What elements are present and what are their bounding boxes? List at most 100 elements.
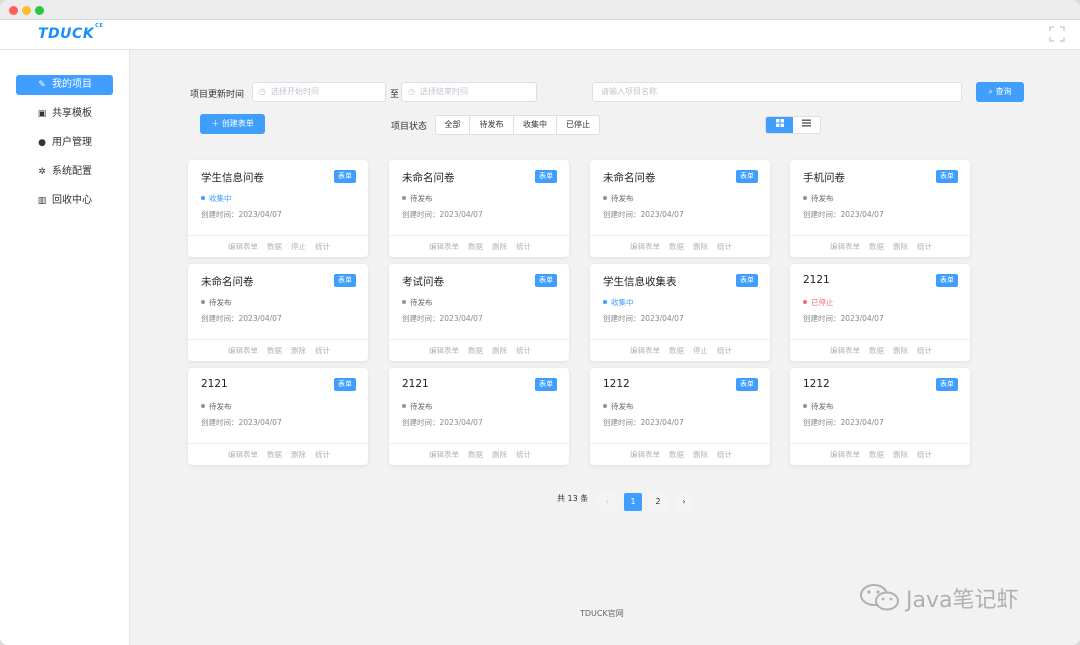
project-card[interactable]: 1212 表单 待发布 创建时间：2023/04/07 编辑表单 数据 删除 统计	[590, 368, 770, 465]
stop-link[interactable]: 停止	[693, 345, 708, 356]
card-title[interactable]: 2121	[201, 378, 228, 390]
create-form-button[interactable]: ＋ 创建表单	[200, 114, 265, 134]
project-card[interactable]: 2121 表单 待发布 创建时间：2023/04/07 编辑表单 数据 删除 统计	[389, 368, 569, 465]
statistics-link[interactable]: 统计	[917, 449, 932, 460]
sidebar-item-shared-templates[interactable]: ▣ 共享模板	[16, 104, 113, 124]
sidebar-item-user-management[interactable]: ● 用户管理	[16, 133, 113, 153]
project-card[interactable]: 手机问卷 表单 待发布 创建时间：2023/04/07 编辑表单 数据 删除 统计	[790, 160, 970, 257]
next-page-button[interactable]: ›	[675, 493, 693, 511]
statistics-link[interactable]: 统计	[717, 241, 732, 252]
edit-form-link[interactable]: 编辑表单	[830, 345, 860, 356]
edit-form-link[interactable]: 编辑表单	[830, 241, 860, 252]
status-filter-collecting[interactable]: 收集中	[514, 116, 557, 134]
edit-form-link[interactable]: 编辑表单	[630, 241, 660, 252]
edit-form-link[interactable]: 编辑表单	[830, 449, 860, 460]
statistics-link[interactable]: 统计	[516, 241, 531, 252]
statistics-link[interactable]: 统计	[516, 345, 531, 356]
delete-link[interactable]: 删除	[693, 449, 708, 460]
page-1-button[interactable]: 1	[624, 493, 642, 511]
sidebar-item-my-projects[interactable]: ✎ 我的项目	[16, 75, 113, 95]
project-card[interactable]: 1212 表单 待发布 创建时间：2023/04/07 编辑表单 数据 删除 统计	[790, 368, 970, 465]
delete-link[interactable]: 删除	[291, 345, 306, 356]
delete-link[interactable]: 删除	[291, 449, 306, 460]
end-time-input[interactable]: ◷ 选择结束时间	[401, 82, 537, 102]
card-title[interactable]: 考试问卷	[402, 274, 444, 289]
delete-link[interactable]: 删除	[893, 449, 908, 460]
data-link[interactable]: 数据	[267, 345, 282, 356]
edit-form-link[interactable]: 编辑表单	[429, 345, 459, 356]
edit-form-link[interactable]: 编辑表单	[228, 241, 258, 252]
statistics-link[interactable]: 统计	[516, 449, 531, 460]
tduck-website-link[interactable]: TDUCK官网	[580, 608, 624, 619]
data-link[interactable]: 数据	[869, 345, 884, 356]
data-link[interactable]: 数据	[468, 449, 483, 460]
edit-form-link[interactable]: 编辑表单	[429, 241, 459, 252]
status-filter-pending[interactable]: 待发布	[470, 116, 514, 134]
project-card[interactable]: 考试问卷 表单 待发布 创建时间：2023/04/07 编辑表单 数据 删除 统计	[389, 264, 569, 361]
page-2-button[interactable]: 2	[649, 493, 667, 511]
project-card[interactable]: 学生信息问卷 表单 收集中 创建时间：2023/04/07 编辑表单 数据 停止 统计	[188, 160, 368, 257]
project-card[interactable]: 2121 表单 待发布 创建时间：2023/04/07 编辑表单 数据 删除 统计	[188, 368, 368, 465]
data-link[interactable]: 数据	[267, 241, 282, 252]
data-link[interactable]: 数据	[869, 449, 884, 460]
edit-form-link[interactable]: 编辑表单	[228, 449, 258, 460]
sidebar-item-system-config[interactable]: ✲ 系统配置	[16, 162, 113, 182]
status-filter-stopped[interactable]: 已停止	[557, 116, 599, 134]
card-title[interactable]: 未命名问卷	[201, 274, 254, 289]
statistics-link[interactable]: 统计	[315, 241, 330, 252]
card-title[interactable]: 1212	[803, 378, 830, 390]
project-card[interactable]: 学生信息收集表 表单 收集中 创建时间：2023/04/07 编辑表单 数据 停止 统计	[590, 264, 770, 361]
card-title[interactable]: 未命名问卷	[402, 170, 455, 185]
grid-view-icon[interactable]	[766, 117, 793, 133]
statistics-link[interactable]: 统计	[315, 345, 330, 356]
data-link[interactable]: 数据	[468, 241, 483, 252]
statistics-link[interactable]: 统计	[315, 449, 330, 460]
maximize-window-button[interactable]	[35, 6, 44, 15]
stop-link[interactable]: 停止	[291, 241, 306, 252]
project-name-search-input[interactable]: 请输入项目名称	[592, 82, 962, 102]
start-time-input[interactable]: ◷ 选择开始时间	[252, 82, 386, 102]
tduck-logo[interactable]: TDUCKCE	[38, 23, 103, 42]
project-card[interactable]: 未命名问卷 表单 待发布 创建时间：2023/04/07 编辑表单 数据 删除 统计	[188, 264, 368, 361]
card-title[interactable]: 手机问卷	[803, 170, 845, 185]
minimize-window-button[interactable]	[22, 6, 31, 15]
statistics-link[interactable]: 统计	[717, 345, 732, 356]
edit-form-link[interactable]: 编辑表单	[630, 345, 660, 356]
sidebar-item-recycle-bin[interactable]: ▥ 回收中心	[16, 191, 113, 211]
fullscreen-icon[interactable]	[1048, 26, 1066, 44]
data-link[interactable]: 数据	[669, 241, 684, 252]
delete-link[interactable]: 删除	[492, 449, 507, 460]
card-title[interactable]: 未命名问卷	[603, 170, 656, 185]
data-link[interactable]: 数据	[468, 345, 483, 356]
delete-link[interactable]: 删除	[492, 345, 507, 356]
data-link[interactable]: 数据	[869, 241, 884, 252]
project-card[interactable]: 未命名问卷 表单 待发布 创建时间：2023/04/07 编辑表单 数据 删除 统计	[389, 160, 569, 257]
statistics-link[interactable]: 统计	[917, 241, 932, 252]
delete-link[interactable]: 删除	[893, 241, 908, 252]
project-card[interactable]: 未命名问卷 表单 待发布 创建时间：2023/04/07 编辑表单 数据 删除 统计	[590, 160, 770, 257]
data-link[interactable]: 数据	[669, 449, 684, 460]
data-link[interactable]: 数据	[267, 449, 282, 460]
search-button[interactable]: ⌕ 查询	[976, 82, 1024, 102]
list-view-icon[interactable]	[793, 117, 820, 133]
statistics-link[interactable]: 统计	[917, 345, 932, 356]
statistics-link[interactable]: 统计	[717, 449, 732, 460]
edit-form-link[interactable]: 编辑表单	[228, 345, 258, 356]
card-title[interactable]: 学生信息收集表	[603, 274, 677, 289]
delete-link[interactable]: 删除	[492, 241, 507, 252]
card-title[interactable]: 学生信息问卷	[201, 170, 264, 185]
card-title[interactable]: 2121	[402, 378, 429, 390]
edit-form-link[interactable]: 编辑表单	[429, 449, 459, 460]
delete-link[interactable]: 删除	[693, 241, 708, 252]
status-text: 已停止	[811, 298, 834, 307]
prev-page-button[interactable]: ‹	[598, 493, 616, 511]
status-filter-all[interactable]: 全部	[436, 116, 470, 134]
delete-link[interactable]: 删除	[893, 345, 908, 356]
project-card[interactable]: 2121 表单 已停止 创建时间：2023/04/07 编辑表单 数据 删除 统计	[790, 264, 970, 361]
card-title[interactable]: 2121	[803, 274, 830, 286]
card-title[interactable]: 1212	[603, 378, 630, 390]
close-window-button[interactable]	[9, 6, 18, 15]
edit-form-link[interactable]: 编辑表单	[630, 449, 660, 460]
card-divider	[790, 339, 970, 340]
data-link[interactable]: 数据	[669, 345, 684, 356]
